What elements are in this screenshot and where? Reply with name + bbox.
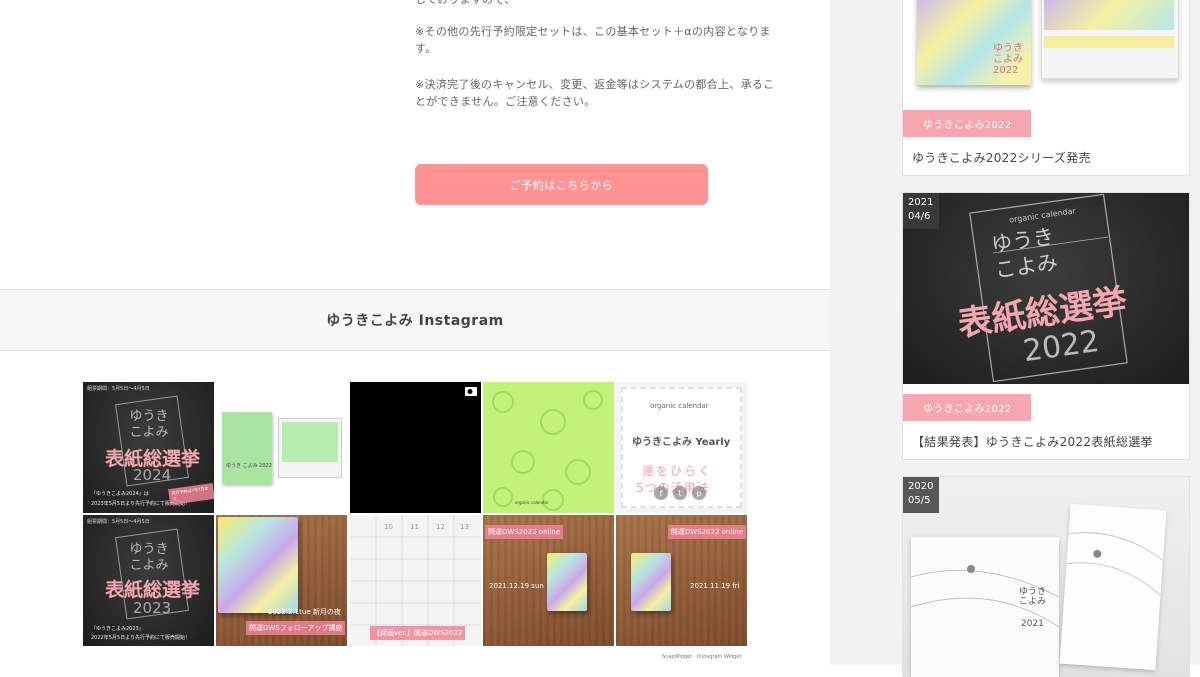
thumbnail-name: ゆうき こよみ — [989, 224, 1060, 283]
svg-text:ゆうき: ゆうき — [129, 409, 168, 424]
thumbnail-text: ゆうき こよみ 2022 — [993, 43, 1023, 76]
svg-text:11: 11 — [410, 523, 419, 531]
post-thumbnail: ゆうき こよみ 2021 — [903, 477, 1189, 677]
post-year: 2024 — [133, 466, 172, 484]
instagram-post[interactable]: 組票期間：5月5日〜4月5日 ゆうき こよみ 表紙総選挙 2023 『ゆうきこよ… — [83, 515, 214, 646]
post-tag: 開運DWS2022 online — [667, 525, 746, 539]
twitter-icon[interactable]: t — [673, 486, 687, 500]
post-brand: organic calendar — [650, 402, 709, 410]
date-month-day: 04/6 — [908, 211, 931, 222]
post-tag: 【録画ver.】開運DWS2022 — [370, 626, 466, 640]
sidebar-post-card[interactable]: organic calendar ゆうき こよみ 表紙総選挙 2022 ゆうきこ… — [902, 192, 1190, 460]
svg-text:ゆうき: ゆうき — [129, 542, 168, 557]
reserve-button[interactable]: ご予約はこちらから — [415, 164, 708, 205]
instagram-post[interactable] — [350, 382, 481, 513]
post-thumbnail: ゆうき こよみ 2022 — [903, 0, 1189, 108]
desk-calendar — [1041, 0, 1179, 79]
sidebar-post-card[interactable]: ゆうき こよみ 2022 ゆうきこよみ2022 ゆうきこよみ2022シリーズ発売 — [902, 0, 1190, 176]
post-tag: 開運DWSフォローアップ講座 — [246, 621, 346, 635]
post-title-link[interactable]: 【結果発表】ゆうきこよみ2022表紙総選挙 — [912, 433, 1153, 450]
note-partial: しておりますので、 — [415, 0, 785, 8]
instagram-section-heading: ゆうきこよみ Instagram — [0, 289, 830, 351]
post-head: 『ゆうきこよみ2024』は — [91, 491, 149, 497]
instagram-post[interactable]: 組票期間：5月5日〜4月5日 ゆうき こよみ 表紙総選挙 2024 『ゆうきこよ… — [83, 382, 214, 513]
date-month-day: 05/5 — [908, 495, 931, 506]
calendar-box — [631, 553, 671, 611]
instagram-post[interactable]: 2022.2.1tue 新月の夜 開運DWSフォローアップ講座 — [216, 515, 347, 646]
post-title: ゆうきこよみ Yearly — [632, 437, 731, 448]
post-date-badge: 2021 04/6 — [903, 193, 939, 229]
post-date: 2021.11.19 fri — [690, 582, 740, 590]
post-head: 『ゆうきこよみ2023』 — [91, 626, 144, 632]
facebook-icon[interactable]: f — [654, 486, 668, 500]
post-year: 2023 — [133, 599, 172, 617]
note-set-contents: ※その他の先行予約限定セットは、この基本セット＋αの内容となります。 — [415, 25, 771, 55]
svg-text:こよみ: こよみ — [129, 558, 168, 573]
desk-calendar — [911, 537, 1059, 677]
svg-text:12: 12 — [436, 523, 445, 531]
note-cancel-policy: ※決済完了後のキャンセル、変更、返金等はシステムの都合上、承ることができません。… — [415, 78, 775, 108]
svg-text:こよみ: こよみ — [129, 425, 168, 440]
post-caption: organic calendar — [515, 500, 549, 505]
share-icons: f t p — [654, 486, 706, 500]
instagram-post[interactable]: organic calendar ゆうきこよみ Yearly 運をひらく 5つの… — [616, 382, 747, 513]
instagram-post[interactable]: 開運DWS2022 online 2021.11.19 fri — [616, 515, 747, 646]
post-tag: 開運DWS2022 online — [485, 525, 564, 539]
desk-calendar — [278, 418, 342, 478]
post-date-badge: 2020 05/5 — [903, 477, 939, 513]
svg-text:13: 13 — [460, 523, 469, 531]
post-line1: 運をひらく — [642, 464, 713, 478]
instagram-post[interactable]: 開運DWS2022 online 2021.12.19 sun — [483, 515, 614, 646]
calendar-box — [547, 553, 587, 611]
svg-text:10: 10 — [384, 523, 393, 531]
post-thumbnail: organic calendar ゆうき こよみ 表紙総選挙 2022 — [903, 193, 1189, 384]
sidebar-post-card[interactable]: ゆうき こよみ 2021 — [902, 476, 1190, 677]
post-title: 表紙総選挙 — [105, 579, 201, 601]
post-bottom: 2022年5月5日より先行予約にて販売開始！ — [91, 635, 190, 641]
instagram-grid: 組票期間：5月5日〜4月5日 ゆうき こよみ 表紙総選挙 2024 『ゆうきこよ… — [83, 382, 747, 646]
widget-credit[interactable]: SnapWidget · Instagram Widget — [662, 654, 762, 660]
instagram-post[interactable]: ゆうき こよみ 2022 — [216, 382, 347, 513]
date-year: 2020 — [908, 481, 934, 492]
post-title-link[interactable]: ゆうきこよみ2022シリーズ発売 — [912, 149, 1091, 166]
post-date: 2022.2.1tue 新月の夜 — [268, 608, 341, 616]
category-badge[interactable]: ゆうきこよみ2022 — [903, 394, 1032, 421]
instagram-post[interactable]: organic calendar — [483, 382, 614, 513]
thumbnail-name: ゆうき こよみ — [1019, 587, 1047, 607]
calendar-book — [222, 412, 272, 484]
thumbnail-year: 2021 — [1021, 619, 1044, 629]
post-caption: ゆうき こよみ 2022 — [226, 463, 272, 469]
pinterest-icon[interactable]: p — [692, 486, 706, 500]
main-column: しておりますので、 ※その他の先行予約限定セットは、この基本セット＋αの内容とな… — [0, 0, 830, 665]
category-badge[interactable]: ゆうきこよみ2022 — [903, 110, 1032, 137]
instagram-post[interactable]: 10 11 12 13 【録画ver.】開運DWS2022 — [350, 515, 481, 646]
leaf-pattern — [492, 390, 603, 511]
video-camera-icon — [465, 387, 477, 396]
calendar-box — [218, 517, 298, 613]
post-date: 2021.12.19 sun — [489, 582, 544, 590]
calendar-book — [1059, 503, 1167, 671]
date-year: 2021 — [908, 197, 934, 208]
